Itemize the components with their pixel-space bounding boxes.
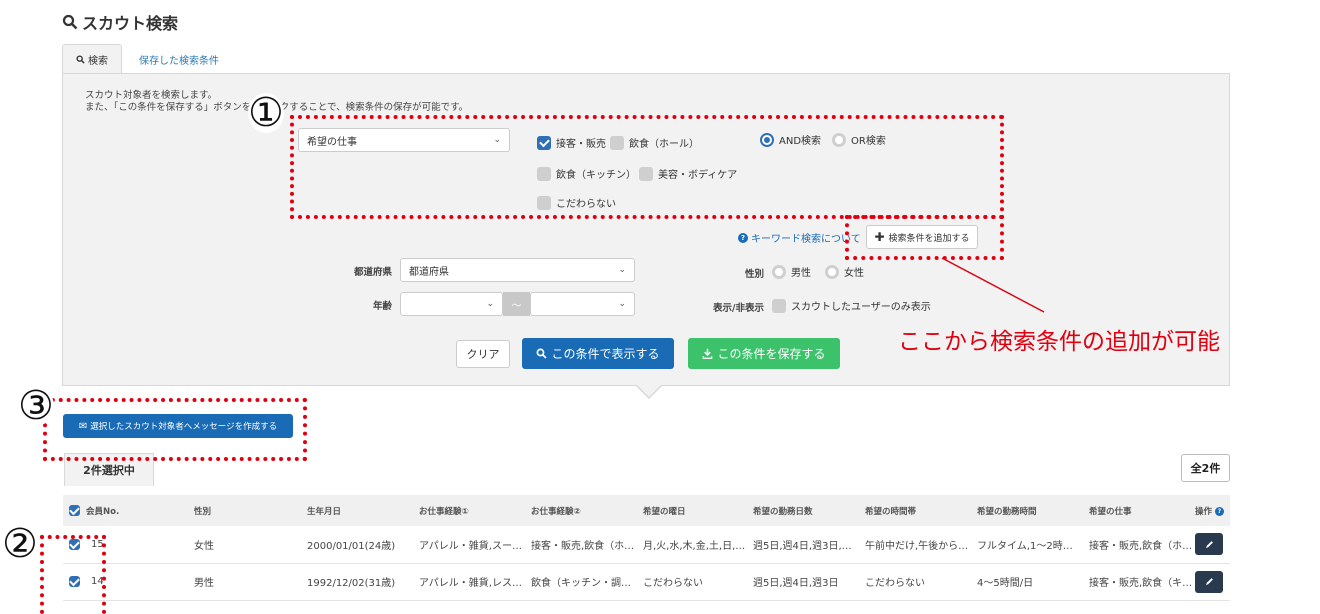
tab-search-label: 検索 bbox=[88, 56, 108, 67]
age-separator: 〜 bbox=[503, 292, 530, 316]
table-cell: 2000/01/01(24歳) bbox=[306, 526, 418, 564]
column-header: 会員No. bbox=[85, 495, 193, 526]
column-header: 希望の時間帯 bbox=[864, 495, 976, 526]
edit-button[interactable] bbox=[1195, 570, 1223, 593]
column-header: 希望の曜日 bbox=[642, 495, 752, 526]
checkbox-label: スカウトしたユーザーのみ表示 bbox=[791, 302, 931, 313]
pencil-icon bbox=[1205, 578, 1213, 585]
table-cell: 1992/12/02(31歳) bbox=[306, 563, 418, 601]
annotation-number-1: ① bbox=[248, 90, 284, 136]
save-condition-button[interactable]: この条件を保存する bbox=[688, 338, 840, 369]
column-header: 希望の勤務日数 bbox=[752, 495, 864, 526]
table-cell: 女性 bbox=[193, 526, 306, 564]
radio-icon bbox=[772, 264, 786, 279]
pencil-icon bbox=[1205, 540, 1213, 548]
annotation-box-1 bbox=[290, 115, 1004, 219]
table-cell: アパレル・雑貨,レス… bbox=[418, 563, 530, 601]
annotation-number-2: ② bbox=[2, 521, 38, 567]
gender-male-radio[interactable]: 男性 bbox=[772, 264, 811, 279]
checkbox-icon bbox=[772, 298, 786, 313]
edit-cell bbox=[1194, 526, 1230, 564]
question-circle-icon: ? bbox=[1214, 506, 1224, 516]
actions-column-header: 操作 ? bbox=[1194, 495, 1230, 526]
annotation-box-add-condition bbox=[845, 215, 1004, 260]
table-cell: 月,火,水,木,金,土,日,… bbox=[642, 526, 752, 564]
table-cell: 接客・販売,飲食（ホ… bbox=[530, 526, 642, 564]
table-cell: アパレル・雑貨,スー… bbox=[418, 526, 530, 564]
table-header-row: 会員No. 性別 生年月日 お仕事経験① お仕事経験② 希望の曜日 希望の勤務日… bbox=[63, 495, 1230, 526]
show-results-button[interactable]: この条件で表示する bbox=[522, 338, 674, 369]
scouted-only-checkbox[interactable]: スカウトしたユーザーのみ表示 bbox=[772, 298, 931, 313]
search-icon bbox=[537, 348, 548, 359]
clear-label: クリア bbox=[466, 348, 500, 361]
edit-button[interactable] bbox=[1195, 533, 1223, 556]
tab-saved-conditions[interactable]: 保存した検索条件 bbox=[124, 44, 234, 74]
table-cell: 男性 bbox=[193, 563, 306, 601]
edit-cell bbox=[1194, 563, 1230, 601]
annotation-box-3 bbox=[43, 398, 307, 461]
column-header: 希望の勤務時間 bbox=[976, 495, 1088, 526]
clear-button[interactable]: クリア bbox=[456, 340, 510, 368]
question-circle-icon: ? bbox=[738, 232, 748, 243]
table-row[interactable]: 14 男性 1992/12/02(31歳) アパレル・雑貨,レス… 飲食（キッチ… bbox=[63, 563, 1230, 601]
table-cell: 接客・販売,飲食（キ… bbox=[1088, 563, 1194, 601]
download-icon bbox=[703, 348, 713, 359]
radio-label: 女性 bbox=[844, 268, 864, 279]
table-cell: こだわらない bbox=[864, 563, 976, 601]
table-cell: 接客・販売,飲食（ホ… bbox=[1088, 526, 1194, 564]
column-header: お仕事経験② bbox=[530, 495, 642, 526]
radio-icon bbox=[825, 264, 839, 279]
panel-arrow-inner bbox=[636, 384, 662, 397]
column-header: 性別 bbox=[193, 495, 306, 526]
keyword-help-link[interactable]: ? キーワード検索について bbox=[738, 230, 861, 245]
chevron-down-icon: ⌄ bbox=[618, 299, 626, 309]
annotation-note: ここから検索条件の追加が可能 bbox=[898, 329, 1220, 355]
show-results-label: この条件で表示する bbox=[551, 347, 660, 361]
age-min-select[interactable]: ⌄ bbox=[400, 292, 503, 316]
annotation-arrow-line bbox=[941, 257, 1045, 313]
column-header: お仕事経験① bbox=[418, 495, 530, 526]
search-icon bbox=[62, 14, 78, 30]
radio-label: 男性 bbox=[791, 268, 811, 279]
chevron-down-icon: ⌄ bbox=[618, 265, 626, 275]
table-cell: 飲食（キッチン・調… bbox=[530, 563, 642, 601]
table-cell: フルタイム,1〜2時… bbox=[976, 526, 1088, 564]
prefecture-select[interactable]: 都道府県 ⌄ bbox=[400, 258, 635, 282]
display-label: 表示/非表示 bbox=[713, 303, 764, 314]
prefecture-select-value: 都道府県 bbox=[409, 266, 449, 278]
gender-female-radio[interactable]: 女性 bbox=[825, 264, 864, 279]
search-icon bbox=[76, 55, 85, 64]
table-cell: 週5日,週4日,週3日 bbox=[752, 563, 864, 601]
tab-saved-label: 保存した検索条件 bbox=[139, 55, 219, 67]
tab-search[interactable]: 検索 bbox=[62, 44, 122, 74]
table-cell: こだわらない bbox=[642, 563, 752, 601]
annotation-box-2 bbox=[40, 535, 106, 614]
prefecture-label: 都道府県 bbox=[353, 267, 392, 278]
save-condition-label: この条件を保存する bbox=[717, 347, 826, 361]
page-title: スカウト検索 bbox=[62, 10, 178, 34]
gender-label: 性別 bbox=[744, 269, 764, 280]
column-header: 希望の仕事 bbox=[1088, 495, 1194, 526]
chevron-down-icon: ⌄ bbox=[486, 299, 494, 309]
table-cell: 週5日,週4日,週3日,… bbox=[752, 526, 864, 564]
total-count-badge: 全2件 bbox=[1181, 454, 1230, 482]
column-header: 生年月日 bbox=[306, 495, 418, 526]
age-label: 年齢 bbox=[372, 301, 392, 312]
results-table: 会員No. 性別 生年月日 お仕事経験① お仕事経験② 希望の曜日 希望の勤務日… bbox=[63, 495, 1230, 601]
select-all-checkbox[interactable] bbox=[69, 505, 80, 516]
table-cell: 4〜5時間/日 bbox=[976, 563, 1088, 601]
page-title-text: スカウト検索 bbox=[82, 14, 179, 33]
select-all-cell bbox=[63, 495, 85, 526]
table-row[interactable]: 15 女性 2000/01/01(24歳) アパレル・雑貨,スー… 接客・販売,… bbox=[63, 526, 1230, 564]
actions-header-label: 操作 bbox=[1195, 506, 1213, 517]
annotation-number-3: ③ bbox=[18, 383, 54, 429]
table-cell: 午前中だけ,午後から… bbox=[864, 526, 976, 564]
age-max-select[interactable]: ⌄ bbox=[530, 292, 635, 316]
